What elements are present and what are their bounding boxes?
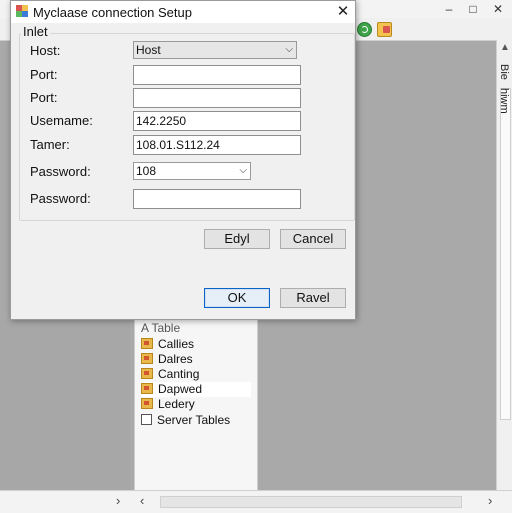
close-icon[interactable]: ✕ [333, 2, 353, 22]
scroll-right-icon[interactable]: › [488, 493, 492, 508]
folder-icon [141, 398, 153, 409]
tree-item[interactable]: Canting [141, 367, 199, 382]
side-label: Bie [498, 64, 510, 80]
ok-button[interactable]: OK [204, 288, 270, 308]
horizontal-scrollbar[interactable]: › ‹ › [0, 490, 512, 513]
tree-header-label: A Table [141, 321, 181, 335]
connection-setup-dialog: Myclaase connection Setup ✕ Inlet Host: … [10, 0, 356, 320]
ravel-button[interactable]: Ravel [280, 288, 346, 308]
tree-item-label: Server Tables [157, 413, 231, 427]
scroll-up-icon[interactable]: ▲ [500, 42, 510, 53]
port-label: Port: [30, 67, 58, 82]
tamer-input[interactable] [133, 135, 301, 155]
cancel-button[interactable]: Cancel [280, 229, 346, 249]
right-empty-pane [258, 320, 496, 490]
host-dropdown[interactable]: Host ⌵ [133, 41, 297, 59]
window-close-button[interactable]: ✕ [487, 0, 509, 18]
host-value: Host [136, 43, 161, 57]
dialog-title-bar: Myclaase connection Setup ✕ [11, 1, 355, 23]
folder-icon [141, 368, 153, 379]
table-tree-panel: A Table Callies Dalres Canting Dapwed Le… [134, 318, 258, 490]
tree-item-label: Ledery [158, 397, 195, 411]
password-label: Password: [30, 191, 91, 206]
chevron-down-icon: ⌵ [239, 165, 247, 176]
folder-icon [141, 353, 153, 364]
password-value: 108 [136, 164, 157, 178]
port-label: Port: [30, 90, 58, 105]
tree-item[interactable]: Server Tables [141, 413, 230, 428]
edyl-button[interactable]: Edyl [204, 229, 270, 249]
port-input-secondary[interactable] [133, 88, 301, 108]
host-label: Host: [30, 43, 61, 58]
scroll-right-icon[interactable]: › [116, 493, 120, 508]
password-dropdown[interactable]: 108 ⌵ [133, 162, 251, 180]
username-input[interactable] [133, 111, 301, 131]
tree-item[interactable]: Dalres [141, 352, 193, 367]
database-icon[interactable] [377, 22, 392, 37]
folder-icon [141, 383, 153, 394]
group-label: Inlet [21, 24, 50, 39]
tree-item-label: Canting [158, 367, 200, 381]
side-label: hiwm [498, 88, 510, 114]
tamer-label: Tamer: [30, 137, 70, 152]
dialog-title: Myclaase connection Setup [33, 5, 192, 20]
left-empty-pane [0, 320, 130, 490]
tree-item[interactable]: Ledery [141, 397, 195, 412]
chevron-down-icon: ⌵ [285, 44, 293, 55]
password-input[interactable] [133, 189, 301, 209]
tree-item-selected[interactable]: Dapwed [141, 382, 251, 397]
refresh-icon[interactable] [357, 22, 372, 37]
scroll-left-icon[interactable]: ‹ [140, 493, 144, 508]
minimize-button[interactable]: – [438, 0, 460, 18]
app-logo-icon [16, 5, 28, 17]
tree-item-label: Dalres [158, 352, 193, 366]
tree-header[interactable]: A Table [141, 321, 180, 336]
checkbox-icon[interactable] [141, 414, 152, 425]
password-label: Password: [30, 164, 91, 179]
port-input[interactable] [133, 65, 301, 85]
scrollbar-track[interactable] [160, 496, 462, 508]
username-label: Usemame: [30, 113, 93, 128]
maximize-button[interactable]: □ [462, 0, 484, 18]
scrollbar-thumb[interactable] [500, 88, 511, 420]
folder-icon [141, 338, 153, 349]
tree-item-label: Dapwed [158, 382, 203, 396]
tree-item[interactable]: Callies [141, 337, 194, 352]
tree-item-label: Callies [158, 337, 195, 351]
